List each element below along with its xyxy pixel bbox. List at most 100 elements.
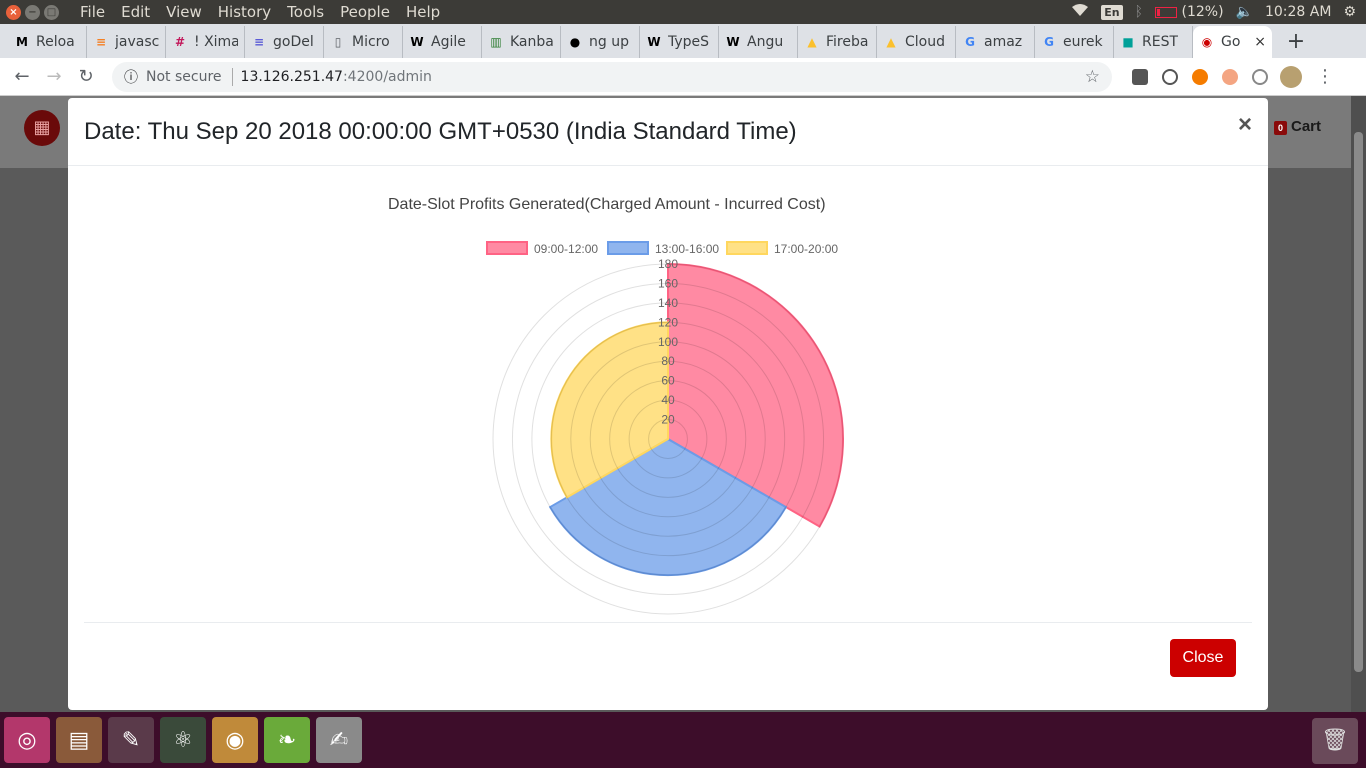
tick-label-0: 20 — [661, 413, 675, 427]
window-minimize-button[interactable]: − — [25, 4, 40, 20]
tab-title: Angu — [747, 34, 784, 50]
google-icon: G — [1044, 35, 1054, 49]
menu-file[interactable]: File — [72, 3, 113, 21]
modal-footer: Close — [84, 622, 1252, 710]
info-icon[interactable]: ⓘ — [124, 67, 138, 87]
address-divider — [231, 67, 233, 86]
launcher-dock: ◎ ▤ ✎ ⚛ ◉ ❧ ✍ 🗑 — [0, 712, 1366, 768]
chrome-launcher[interactable]: ◉ — [212, 717, 258, 763]
menu-history[interactable]: History — [210, 3, 279, 21]
menu-edit[interactable]: Edit — [113, 3, 158, 21]
page-scrollbar[interactable] — [1351, 96, 1366, 712]
tick-label-2: 60 — [661, 374, 675, 388]
back-button[interactable]: ← — [6, 66, 38, 87]
tab-3[interactable]: ≡ goDel — [245, 26, 324, 58]
trash-icon[interactable]: 🗑 — [1312, 718, 1358, 764]
wikipedia-icon: W — [726, 35, 740, 49]
gear-icon[interactable]: ⚙ — [1343, 4, 1356, 20]
legend-label-0: 09:00-12:00 — [534, 242, 598, 256]
medium-icon: M — [16, 35, 28, 49]
battery-indicator[interactable]: (12%) — [1155, 4, 1224, 20]
reload-button[interactable]: ↻ — [70, 66, 102, 87]
ubuntu-launcher[interactable]: ◎ — [4, 717, 50, 763]
tab-title: Agile — [431, 34, 466, 50]
profile-avatar[interactable] — [1280, 65, 1302, 88]
book-icon: ◉ — [1201, 35, 1213, 49]
spring-launcher[interactable]: ❧ — [264, 717, 310, 763]
bookmark-star-icon[interactable]: ☆ — [1085, 67, 1100, 87]
tab-6[interactable]: ▥ Kanba — [482, 26, 561, 58]
tab-7[interactable]: ● ng up — [561, 26, 640, 58]
tab-13[interactable]: Geurek — [1035, 26, 1114, 58]
tab-10[interactable]: ▲ Fireba — [798, 26, 877, 58]
tab-0[interactable]: M Reloa — [8, 26, 87, 58]
extension-speedometer-icon[interactable] — [1162, 68, 1178, 85]
menu-view[interactable]: View — [158, 3, 210, 21]
tab-11[interactable]: ▲ Cloud — [877, 26, 956, 58]
tab-title: Kanba — [510, 34, 554, 50]
stackoverflow-icon: ≡ — [95, 35, 107, 49]
window-close-button[interactable]: × — [6, 4, 21, 20]
tab-title: Cloud — [905, 34, 945, 50]
wifi-icon[interactable] — [1071, 3, 1089, 21]
tab-9[interactable]: W Angu — [719, 26, 798, 58]
modal-close-icon[interactable]: × — [1238, 111, 1252, 139]
extension-cloud-icon[interactable] — [1222, 68, 1238, 85]
book-logo-icon[interactable]: ▦ — [24, 110, 60, 146]
cart-count-badge: 0 — [1273, 121, 1287, 135]
atom-launcher[interactable]: ⚛ — [160, 717, 206, 763]
url-host: 13.126.251.47 — [240, 68, 343, 85]
system-tray: En ᛒ (12%) 🔈 10:28 AM ⚙ — [1071, 3, 1366, 21]
tick-label-8: 180 — [658, 257, 678, 271]
window-maximize-button[interactable]: □ — [44, 4, 59, 20]
tab-5[interactable]: W Agile — [403, 26, 482, 58]
hash-icon: # — [174, 35, 186, 49]
tab-title: goDel — [273, 34, 314, 50]
files-launcher[interactable]: ▤ — [56, 717, 102, 763]
forward-button[interactable]: → — [38, 66, 70, 87]
app-menu: File Edit View History Tools People Help — [72, 3, 448, 21]
menu-tools[interactable]: Tools — [279, 3, 332, 21]
tab-2[interactable]: # ! Xima — [166, 26, 245, 58]
extension-orange-icon[interactable] — [1192, 68, 1208, 85]
tab-4[interactable]: ▯ Micro — [324, 26, 403, 58]
cart-link[interactable]: 0 Cart — [1273, 118, 1321, 135]
tab-close-icon[interactable]: × — [1254, 34, 1266, 50]
bluetooth-icon[interactable]: ᛒ — [1135, 4, 1143, 20]
browser-menu-icon[interactable]: ⋮ — [1316, 66, 1334, 87]
menu-help[interactable]: Help — [398, 3, 448, 21]
legend-swatch-1 — [607, 241, 649, 255]
volume-icon[interactable]: 🔈 — [1236, 4, 1253, 20]
tab-8[interactable]: W TypeS — [640, 26, 719, 58]
tab-1[interactable]: ≡ javasc — [87, 26, 166, 58]
polar-area-chart: Date-Slot Profits Generated(Charged Amou… — [68, 167, 1268, 622]
tab-title: ! Xima — [194, 34, 238, 50]
cart-label: Cart — [1290, 118, 1321, 135]
close-button[interactable]: Close — [1170, 639, 1236, 677]
page-icon: ▯ — [334, 35, 342, 49]
tab-title: amaz — [984, 34, 1023, 50]
scrollbar-thumb[interactable] — [1354, 132, 1363, 672]
keyboard-layout-indicator[interactable]: En — [1101, 4, 1123, 20]
extension-shield-icon[interactable] — [1132, 68, 1148, 85]
editor-launcher[interactable]: ✍ — [316, 717, 362, 763]
tick-label-4: 100 — [658, 335, 678, 349]
battery-icon — [1155, 6, 1178, 18]
window-controls: × − □ — [6, 4, 59, 20]
clock[interactable]: 10:28 AM — [1265, 4, 1331, 20]
tab-12[interactable]: Gamaz — [956, 26, 1035, 58]
extension-move-icon[interactable] — [1252, 68, 1268, 85]
kanban-icon: ▥ — [490, 35, 502, 49]
tab-14[interactable]: ■ REST — [1114, 26, 1193, 58]
menu-people[interactable]: People — [332, 3, 398, 21]
settings-launcher[interactable]: ✎ — [108, 717, 154, 763]
modal-title: Date: Thu Sep 20 2018 00:00:00 GMT+0530 … — [84, 117, 797, 145]
tick-label-3: 80 — [661, 354, 675, 368]
tab-15[interactable]: ◉ Go × — [1193, 26, 1272, 58]
new-tab-button[interactable]: + — [1280, 26, 1312, 58]
legend-swatch-2 — [726, 241, 768, 255]
address-bar[interactable]: ⓘ Not secure 13.126.251.47:4200/admin ☆ — [112, 61, 1112, 92]
system-top-panel: × − □ File Edit View History Tools Peopl… — [0, 0, 1366, 24]
url-path: :4200/admin — [342, 68, 432, 85]
tab-title: eurek — [1063, 34, 1103, 50]
